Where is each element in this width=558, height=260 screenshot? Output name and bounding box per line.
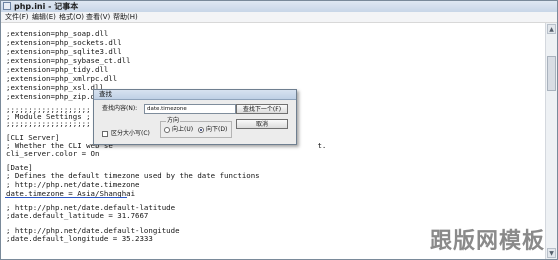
find-dialog-title: 查找 bbox=[99, 90, 112, 98]
menu-file[interactable]: 文件(F) bbox=[5, 12, 29, 22]
watermark: 跟版网模板 bbox=[429, 229, 545, 254]
find-input[interactable] bbox=[144, 104, 236, 114]
editor-line: ; http://php.net/date.timezone bbox=[6, 180, 140, 189]
editor-line: ;extension=php_xsl.dll bbox=[6, 83, 104, 92]
vertical-scrollbar[interactable]: ▲ ▼ bbox=[545, 23, 557, 259]
arrow-up-icon[interactable]: ▲ bbox=[547, 24, 556, 34]
menu-help[interactable]: 帮助(H) bbox=[113, 12, 138, 22]
find-dialog-title-bar[interactable]: 查找 bbox=[94, 90, 296, 100]
cancel-button[interactable]: 取消 bbox=[236, 119, 288, 129]
editor-line: ;extension=php_soap.dll bbox=[6, 29, 109, 38]
find-next-button[interactable]: 查找下一个(F) bbox=[236, 104, 288, 114]
direction-label: 方向 bbox=[166, 117, 181, 125]
radio-up[interactable] bbox=[164, 127, 170, 133]
editor-line: ;extension=php_tidy.dll bbox=[6, 65, 109, 74]
editor-line: ;extension=php_sockets.dll bbox=[6, 38, 122, 47]
find-label: 查找内容(N): bbox=[102, 105, 138, 112]
editor-line: ;extension=php_sybase_ct.dll bbox=[6, 56, 131, 65]
menu-format[interactable]: 格式(O) bbox=[59, 12, 84, 22]
menu-bar: 文件(F) 编辑(E) 格式(O) 查看(V) 帮助(H) bbox=[1, 12, 557, 23]
match-case-label: 区分大小写(C) bbox=[111, 130, 150, 137]
editor-line: ;date.default_longitude = 35.2333 bbox=[6, 234, 153, 243]
match-case-checkbox[interactable] bbox=[102, 131, 108, 137]
scroll-thumb[interactable] bbox=[547, 56, 556, 91]
arrow-down-icon[interactable]: ▼ bbox=[547, 248, 556, 258]
editor-line: ;;;;;;;;;;;;;;;;;;; bbox=[6, 119, 91, 128]
menu-view[interactable]: 查看(V) bbox=[86, 12, 110, 22]
notepad-icon bbox=[3, 2, 11, 10]
editor-line: ; Defines the default timezone used by t… bbox=[6, 171, 260, 180]
window-title: php.ini - 记事本 bbox=[14, 2, 79, 11]
up-label: 向上(U) bbox=[172, 126, 194, 133]
editor-line: ;extension=php_zip.dll bbox=[6, 92, 104, 101]
menu-edit[interactable]: 编辑(E) bbox=[32, 12, 56, 22]
editor-line: ;date.default_latitude = 31.7667 bbox=[6, 211, 149, 220]
notepad-window: php.ini - 记事本 文件(F) 编辑(E) 格式(O) 查看(V) 帮助… bbox=[0, 0, 558, 260]
down-label: 向下(D) bbox=[206, 126, 228, 133]
find-dialog: 查找 查找内容(N): 查找下一个(F) 取消 方向 向上(U) 向下(D) 区… bbox=[93, 89, 297, 145]
highlight-underline bbox=[5, 197, 127, 198]
editor-line: ;extension=php_xmlrpc.dll bbox=[6, 74, 118, 83]
editor-line: ;extension=php_sqlite3.dll bbox=[6, 47, 122, 56]
radio-down[interactable] bbox=[198, 127, 204, 133]
editor-line: cli_server.color = On bbox=[6, 149, 100, 158]
